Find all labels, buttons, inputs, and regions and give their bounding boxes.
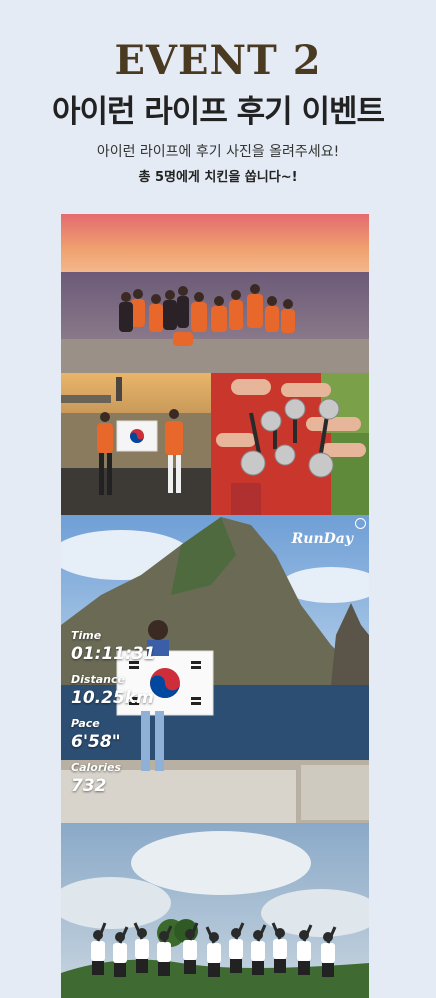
review-photo-sunset-group xyxy=(61,214,369,373)
event-prize: 총 5명에게 치킨을 쏩니다~! xyxy=(138,170,298,185)
review-photo-runday-dokdo: RunDay Time 01:11:31 Distance 10.25km Pa… xyxy=(61,515,369,823)
stat-distance-value: 10.25km xyxy=(71,688,154,708)
stat-calories-label: Calories xyxy=(71,761,122,774)
stat-pace-value: 6'58" xyxy=(71,732,121,752)
event-label: EVENT 2 xyxy=(114,37,322,84)
stat-time-value: 01:11:31 xyxy=(71,644,156,664)
review-photo-jump-group xyxy=(61,823,369,998)
expand-icon xyxy=(355,518,366,529)
stat-time-label: Time xyxy=(71,629,102,642)
run-stats: Time 01:11:31 Distance 10.25km Pace 6'58… xyxy=(71,629,156,805)
stat-pace-label: Pace xyxy=(71,717,100,730)
stat-distance-label: Distance xyxy=(71,673,125,686)
event-subtitle: 아이런 라이프에 후기 사진을 올려주세요! xyxy=(96,144,340,160)
event-title: 아이런 라이프 후기 이벤트 xyxy=(51,94,385,130)
review-photo-medals xyxy=(211,373,369,515)
runday-logo: RunDay xyxy=(291,531,353,547)
review-photo-flag-duo xyxy=(61,373,211,515)
stat-calories-value: 732 xyxy=(71,776,107,796)
